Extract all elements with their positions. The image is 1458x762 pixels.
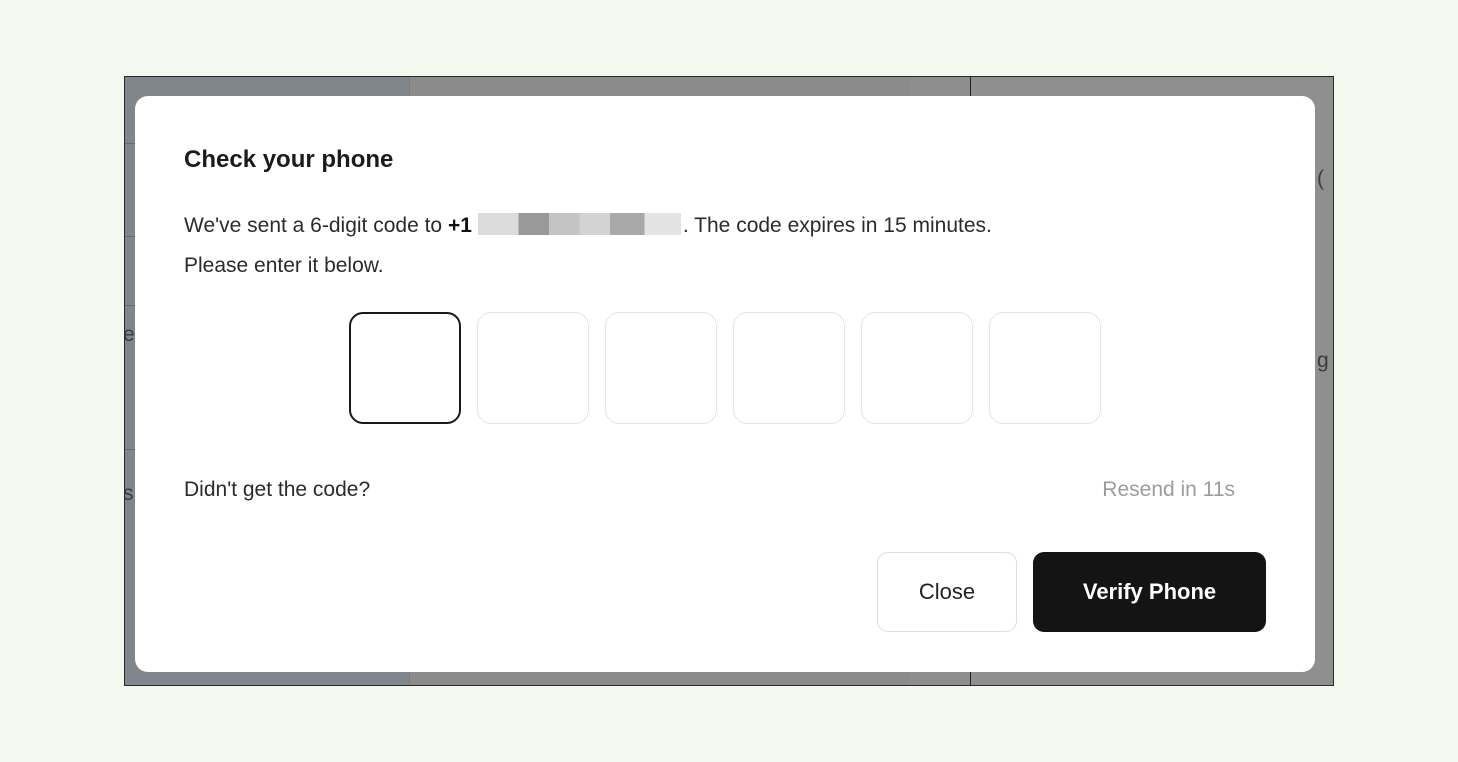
otp-code-input-group (349, 312, 1101, 424)
otp-digit-5[interactable] (861, 312, 973, 424)
close-button[interactable]: Close (877, 552, 1017, 632)
dialog-description: We've sent a 6-digit code to +1 . The cod… (184, 206, 1264, 286)
resend-code-countdown: Resend in 11s (1102, 478, 1235, 501)
description-prefix: We've sent a 6-digit code to (184, 214, 448, 237)
description-suffix: . The code expires in 15 minutes. (682, 214, 992, 237)
verify-phone-button[interactable]: Verify Phone (1033, 552, 1266, 632)
background-text: e (124, 323, 135, 346)
otp-digit-3[interactable] (605, 312, 717, 424)
otp-digit-6[interactable] (989, 312, 1101, 424)
dialog-title: Check your phone (184, 146, 394, 173)
didnt-get-code-text: Didn't get the code? (184, 478, 371, 501)
phone-country-code: +1 (447, 214, 472, 237)
background-text: g (1317, 349, 1329, 372)
background-text: ( (1317, 167, 1324, 190)
description-line-2: Please enter it below. (184, 254, 384, 277)
redacted-phone-number (477, 213, 681, 236)
otp-digit-4[interactable] (733, 312, 845, 424)
otp-digit-1[interactable] (349, 312, 461, 424)
verify-phone-dialog: Check your phone We've sent a 6-digit co… (135, 96, 1315, 672)
otp-digit-2[interactable] (477, 312, 589, 424)
background-text: s (124, 482, 134, 505)
